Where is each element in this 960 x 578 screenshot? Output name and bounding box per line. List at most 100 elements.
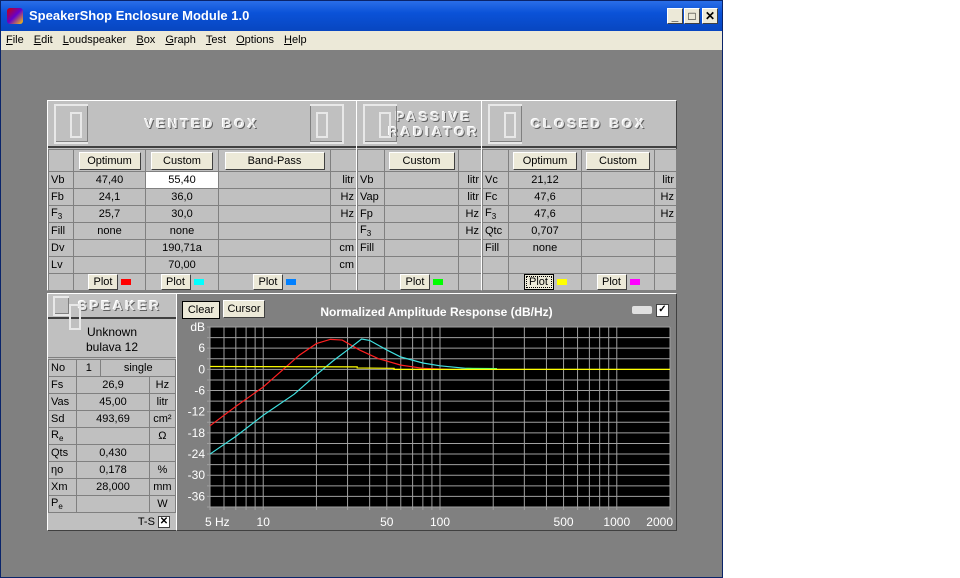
row-label-cell: Re bbox=[47, 427, 78, 445]
ts-checkbox[interactable]: ✕ bbox=[158, 516, 170, 528]
custom-value bbox=[581, 205, 655, 223]
y-tick-label: -24 bbox=[188, 447, 206, 461]
ts-toggle[interactable]: T-S ✕ bbox=[138, 516, 170, 528]
row-label-cell: Fb bbox=[48, 188, 74, 206]
plot-color-swatch bbox=[629, 279, 640, 286]
row-label: Vap bbox=[360, 191, 379, 203]
param-value[interactable]: 45,00 bbox=[76, 393, 150, 411]
closed-custom-button[interactable]: Custom bbox=[586, 151, 650, 170]
no-mode[interactable]: single bbox=[100, 359, 176, 377]
custom-button[interactable]: Custom bbox=[151, 151, 213, 170]
row-label: Fill bbox=[360, 242, 375, 254]
custom-value bbox=[581, 188, 655, 206]
passive-radiator-header: PASSIVE RADIATOR bbox=[357, 101, 481, 148]
plot-color-swatch bbox=[556, 279, 567, 286]
param-value[interactable]: 0,178 bbox=[76, 461, 150, 479]
closed-optimum-button[interactable]: Optimum bbox=[513, 151, 577, 170]
menu-loudspeaker[interactable]: Loudspeaker bbox=[58, 31, 132, 46]
passive-value bbox=[384, 239, 459, 257]
passive-title-line2: RADIATOR bbox=[388, 123, 480, 139]
custom-value bbox=[581, 171, 655, 189]
menu-options[interactable]: Options bbox=[231, 31, 279, 46]
maximize-button[interactable]: □ bbox=[684, 8, 700, 24]
speaker-row: Pe W bbox=[47, 495, 177, 513]
band-pass-button[interactable]: Band-Pass bbox=[224, 151, 325, 170]
row-label-cell: Vap bbox=[357, 188, 385, 206]
speaker-row: Xm 28,000 mm bbox=[47, 478, 177, 496]
speaker-row: Fs 26,9 Hz bbox=[47, 376, 177, 394]
bandpass-value bbox=[218, 222, 331, 240]
optimum-value: 24,1 bbox=[73, 188, 146, 206]
custom-value[interactable]: none bbox=[145, 222, 219, 240]
row-label: F3 bbox=[51, 206, 63, 222]
row-label: Qts bbox=[51, 447, 69, 459]
speaker-brand: Unknown bbox=[86, 325, 138, 339]
row-label: Fill bbox=[485, 242, 500, 254]
custom-value[interactable]: 30,0 bbox=[145, 205, 219, 223]
unit: litr bbox=[330, 171, 357, 189]
bandpass-value bbox=[218, 205, 331, 223]
plot-closed-custom-button[interactable]: Plot bbox=[596, 274, 627, 290]
optimum-value: 47,6 bbox=[508, 205, 582, 223]
y-tick-label: -12 bbox=[188, 405, 206, 419]
plot-optimum-button[interactable]: Plot bbox=[88, 274, 118, 290]
plot-custom-button[interactable]: Plot bbox=[160, 274, 191, 290]
no-value[interactable]: 1 bbox=[76, 359, 102, 377]
close-button[interactable]: ✕ bbox=[702, 8, 718, 24]
custom-value[interactable]: 36,0 bbox=[145, 188, 219, 206]
row-label-cell: Fs bbox=[47, 376, 78, 394]
unit bbox=[148, 444, 177, 462]
custom-value[interactable]: 70,00 bbox=[145, 256, 219, 274]
unit: mm bbox=[148, 478, 177, 496]
param-value[interactable]: 28,000 bbox=[76, 478, 150, 496]
unit: litr bbox=[458, 188, 482, 206]
plot-passive-button[interactable]: Plot bbox=[400, 274, 430, 290]
menu-test[interactable]: Test bbox=[201, 31, 231, 46]
y-tick-label: 6 bbox=[198, 341, 205, 355]
unit bbox=[654, 222, 677, 240]
param-value[interactable]: 493,69 bbox=[76, 410, 150, 428]
graph-panel: Clear Cursor Normalized Amplitude Respon… bbox=[176, 293, 677, 531]
row-label-cell: Fill bbox=[357, 239, 385, 257]
param-value[interactable] bbox=[76, 495, 150, 513]
param-value[interactable]: 26,9 bbox=[76, 376, 150, 394]
row-label: Fc bbox=[485, 191, 498, 203]
row-label-cell: Vb bbox=[357, 171, 385, 189]
x-tick-label: 1000 bbox=[603, 515, 630, 529]
speaker-row: Qts 0,430 bbox=[47, 444, 177, 462]
param-value[interactable] bbox=[76, 427, 150, 445]
row-label-cell: ηo bbox=[47, 461, 78, 479]
menu-help[interactable]: Help bbox=[279, 31, 312, 46]
row-label: Fs bbox=[51, 379, 64, 391]
speaker-logo-icon bbox=[54, 104, 88, 144]
row-label: Vb bbox=[51, 174, 65, 186]
speaker-header: SPEAKER bbox=[48, 294, 176, 330]
row-label: Re bbox=[51, 428, 64, 444]
x-tick-label: 50 bbox=[380, 515, 394, 529]
row-label-cell: Fp bbox=[357, 205, 385, 223]
plot-bandpass-button[interactable]: Plot bbox=[253, 274, 283, 290]
y-tick-label: 0 bbox=[198, 362, 205, 376]
param-value[interactable]: 0,430 bbox=[76, 444, 150, 462]
optimum-value: none bbox=[73, 222, 146, 240]
menu-box[interactable]: Box bbox=[131, 31, 160, 46]
row-label-cell: Qtc bbox=[482, 222, 509, 240]
optimum-button[interactable]: Optimum bbox=[78, 151, 141, 170]
bandpass-value bbox=[218, 256, 331, 274]
unit: % bbox=[148, 461, 177, 479]
speaker-name[interactable]: Unknown bulava 12 bbox=[48, 321, 176, 358]
custom-value[interactable]: 190,71a bbox=[145, 239, 219, 257]
custom-value bbox=[581, 256, 655, 274]
unit: Hz bbox=[458, 222, 482, 240]
passive-row: F3 Hz bbox=[357, 222, 482, 240]
minimize-button[interactable]: _ bbox=[667, 8, 683, 24]
plot-closed-optimum-button[interactable]: Plot bbox=[523, 274, 554, 290]
row-label-cell: F3 bbox=[48, 205, 74, 223]
unit: Hz bbox=[330, 188, 357, 206]
bandpass-value bbox=[218, 188, 331, 206]
menu-file[interactable]: File bbox=[1, 31, 29, 46]
menu-edit[interactable]: Edit bbox=[29, 31, 58, 46]
custom-value[interactable]: 55,40 bbox=[145, 171, 219, 189]
menu-graph[interactable]: Graph bbox=[160, 31, 201, 46]
passive-custom-button[interactable]: Custom bbox=[388, 151, 455, 170]
